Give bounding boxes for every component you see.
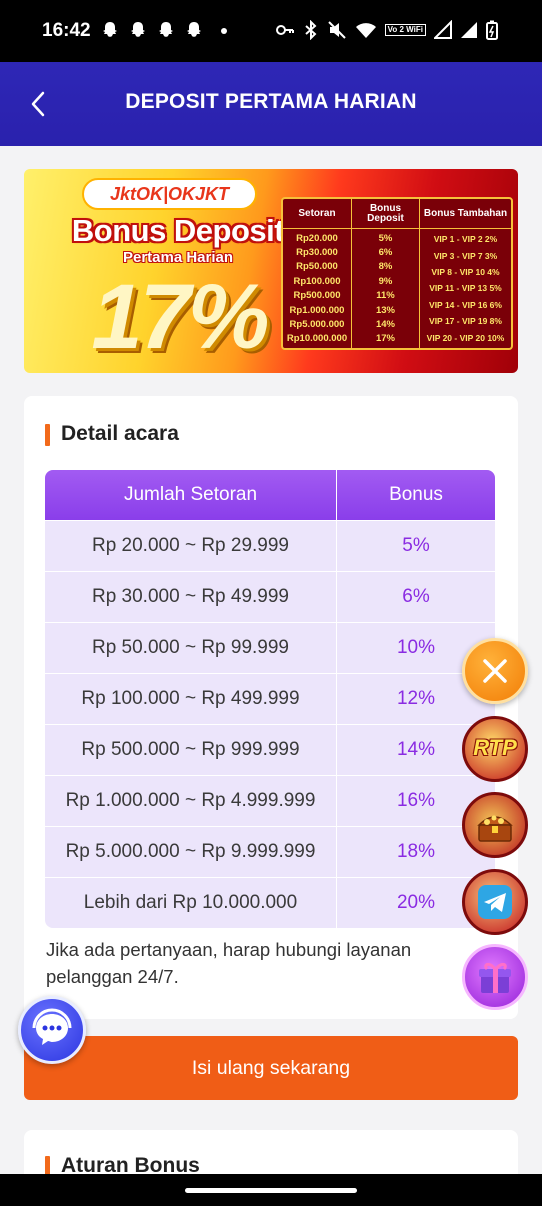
banner-table-body: Rp20.000 Rp30.000 Rp50.000 Rp100.000 Rp5… [283,229,511,348]
bluetooth-icon [304,20,317,40]
system-icons: Vo 2 WiFi [275,20,498,40]
deposit-range-cell: Rp 20.000 ~ Rp 29.999 [91,535,289,556]
key-icon [275,25,294,35]
bonus-table-header: Jumlah Setoran Bonus [45,470,495,520]
wifi-icon [355,23,376,38]
deposit-range-cell: Rp 500.000 ~ Rp 999.999 [81,739,300,760]
banner-subtitle: Pertama Harian [122,249,234,266]
banner-bonus-tambahan-value: VIP 1 - VIP 2 2% [433,234,498,245]
banner-percent: 17% [91,266,269,368]
snapchat-ghost-icon [131,22,145,37]
banner-bonus-tambahan-value: VIP 17 - VIP 19 8% [429,316,502,327]
battery-icon [486,20,498,40]
home-gesture-handle[interactable] [185,1188,357,1193]
bonus-table: Jumlah Setoran Bonus Rp 20.000 ~ Rp 29.9… [45,470,495,928]
bonus-cell: 6% [336,572,495,622]
detail-title: Detail acara [45,422,179,446]
close-floating-menu-button[interactable] [462,638,528,704]
mute-icon [327,21,346,39]
banner-bonus-deposit-list: 5% 6% 8% 9% 11% 13% 14% 17% [351,229,419,348]
promo-banner: JktOK|OKJKT Bonus Deposit Pertama Harian… [24,169,518,373]
notification-icons [100,20,204,40]
snapchat-ghost-icon [103,22,117,37]
treasure-chest-button[interactable] [462,792,528,858]
banner-bonus-table: Setoran Bonus Deposit Bonus Tambahan Rp2… [281,197,513,350]
deposit-range-cell: Lebih dari Rp 10.000.000 [83,892,298,913]
table-row: Rp 500.000 ~ Rp 999.999 14% [45,724,495,775]
banner-bonus-tambahan-value: VIP 11 - VIP 13 5% [429,283,502,294]
table-row: Rp 5.000.000 ~ Rp 9.999.999 18% [45,826,495,877]
table-row: Rp 20.000 ~ Rp 29.999 5% [45,520,495,571]
banner-bonus-tambahan-value: VIP 20 - VIP 20 10% [426,332,505,343]
signal-icon [461,22,477,38]
banner-setoran-value: Rp1.000.000 [289,304,345,316]
banner-bonus-tambahan-value: VIP 14 - VIP 16 6% [429,299,502,310]
deposit-range-cell: Rp 30.000 ~ Rp 49.999 [91,586,289,607]
page-title: DEPOSIT PERTAMA HARIAN [125,90,417,113]
banner-setoran-value: Rp20.000 [296,232,338,244]
app-header: DEPOSIT PERTAMA HARIAN [0,62,542,146]
banner-bonus-tambahan-list: VIP 1 - VIP 2 2% VIP 3 - VIP 7 3% VIP 8 … [419,229,511,348]
rtp-icon: RTP [473,735,517,760]
banner-bonus-tambahan-value: VIP 3 - VIP 7 3% [433,250,498,261]
banner-bonus-deposit-value: 14% [375,318,395,330]
snapchat-ghost-icon [187,22,201,37]
banner-setoran-value: Rp100.000 [293,275,341,287]
banner-header-setoran: Setoran [298,207,336,219]
status-time: 16:42 [42,20,91,41]
banner-setoran-value: Rp10.000.000 [286,333,348,345]
banner-bonus-tambahan-value: VIP 8 - VIP 10 4% [431,267,500,278]
close-icon [483,659,507,683]
table-row: Rp 30.000 ~ Rp 49.999 6% [45,571,495,622]
banner-bonus-deposit-value: 11% [376,290,395,302]
banner-table-header: Setoran Bonus Deposit Bonus Tambahan [283,199,511,229]
banner-title: Bonus Deposit [71,213,285,248]
rtp-button[interactable]: RTP [462,716,528,782]
banner-bonus-deposit-value: 17% [375,333,395,345]
recharge-now-button[interactable]: Isi ulang sekarang [24,1036,518,1100]
volte-icon: Vo 2 WiFi [384,24,426,36]
customer-service-chat-icon [32,1008,72,1045]
snapchat-ghost-icon [159,22,173,37]
telegram-button[interactable] [462,869,528,935]
telegram-icon [478,885,512,919]
banner-setoran-value: Rp50.000 [296,261,338,273]
banner-setoran-value: Rp30.000 [296,247,338,259]
screen: 16:42 Vo 2 WiFi DEPOSIT PERTAMA HARIAN J… [0,0,542,1206]
banner-bonus-deposit-value: 13% [375,304,395,316]
navigation-bar [0,1174,542,1206]
banner-header-bonus-tambahan: Bonus Tambahan [419,199,511,228]
table-row: Rp 50.000 ~ Rp 99.999 10% [45,622,495,673]
notification-dot [221,28,227,34]
deposit-range-cell: Rp 100.000 ~ Rp 499.999 [81,688,300,709]
column-header-jumlah-setoran: Jumlah Setoran [123,484,258,505]
banner-bonus-deposit-value: 8% [378,261,393,273]
banner-setoran-list: Rp20.000 Rp30.000 Rp50.000 Rp100.000 Rp5… [283,229,351,348]
bonus-cell: 5% [336,521,495,571]
support-note: Jika ada pertanyaan, harap hubungi layan… [46,939,412,987]
status-bar: 16:42 Vo 2 WiFi [0,0,542,62]
banner-setoran-value: Rp5.000.000 [289,318,345,330]
column-header-bonus: Bonus [336,470,495,520]
table-row: Rp 100.000 ~ Rp 499.999 12% [45,673,495,724]
banner-bonus-deposit-value: 9% [378,275,393,287]
deposit-range-cell: Rp 5.000.000 ~ Rp 9.999.999 [65,841,316,862]
brand-logo: JktOK|OKJKT [82,178,257,210]
signal-icon [434,20,452,39]
detail-card: Detail acara Jumlah Setoran Bonus Rp 20.… [24,396,518,1019]
customer-service-button[interactable] [18,996,86,1064]
gift-box-icon [479,962,511,993]
banner-header-bonus-deposit: Bonus Deposit [351,199,419,228]
banner-setoran-value: Rp500.000 [293,290,341,302]
banner-bonus-deposit-value: 5% [378,232,393,244]
treasure-chest-icon [477,815,513,842]
deposit-range-cell: Rp 50.000 ~ Rp 99.999 [91,637,289,658]
table-row: Rp 1.000.000 ~ Rp 4.999.999 16% [45,775,495,826]
banner-bonus-deposit-value: 6% [378,247,393,259]
gift-button[interactable] [462,944,528,1010]
table-row: Lebih dari Rp 10.000.000 20% [45,877,495,928]
deposit-range-cell: Rp 1.000.000 ~ Rp 4.999.999 [65,790,316,811]
